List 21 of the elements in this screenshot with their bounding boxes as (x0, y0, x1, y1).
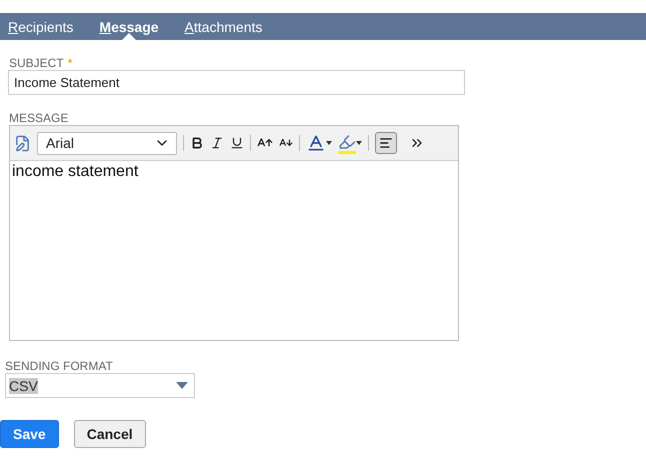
italic-icon[interactable] (210, 136, 224, 150)
dropdown-arrow-icon (176, 382, 188, 389)
font-select[interactable]: Arial (37, 132, 177, 154)
highlighter-icon[interactable] (338, 132, 362, 154)
text-color-icon[interactable] (306, 133, 332, 153)
underline-icon[interactable] (230, 136, 244, 150)
required-mark: * (68, 56, 72, 70)
message-text[interactable]: income statement (10, 161, 458, 340)
tab[interactable]: Recipients (8, 13, 74, 40)
tab[interactable]: Attachments (184, 13, 262, 40)
field-label: MESSAGE (9, 111, 70, 125)
field-label: SUBJECT (9, 56, 64, 70)
cancel-button[interactable]: Cancel (74, 420, 146, 448)
bold-icon[interactable] (190, 136, 204, 150)
tab[interactable]: Message (99, 13, 159, 40)
save-button[interactable]: Save (0, 420, 59, 448)
edit-document-icon[interactable] (14, 134, 31, 152)
field-label: SENDING FORMAT (5, 359, 114, 373)
format-select[interactable]: CSV (5, 373, 195, 398)
subject-field[interactable]: Income Statement (8, 70, 465, 95)
align-left-icon[interactable] (375, 132, 397, 154)
